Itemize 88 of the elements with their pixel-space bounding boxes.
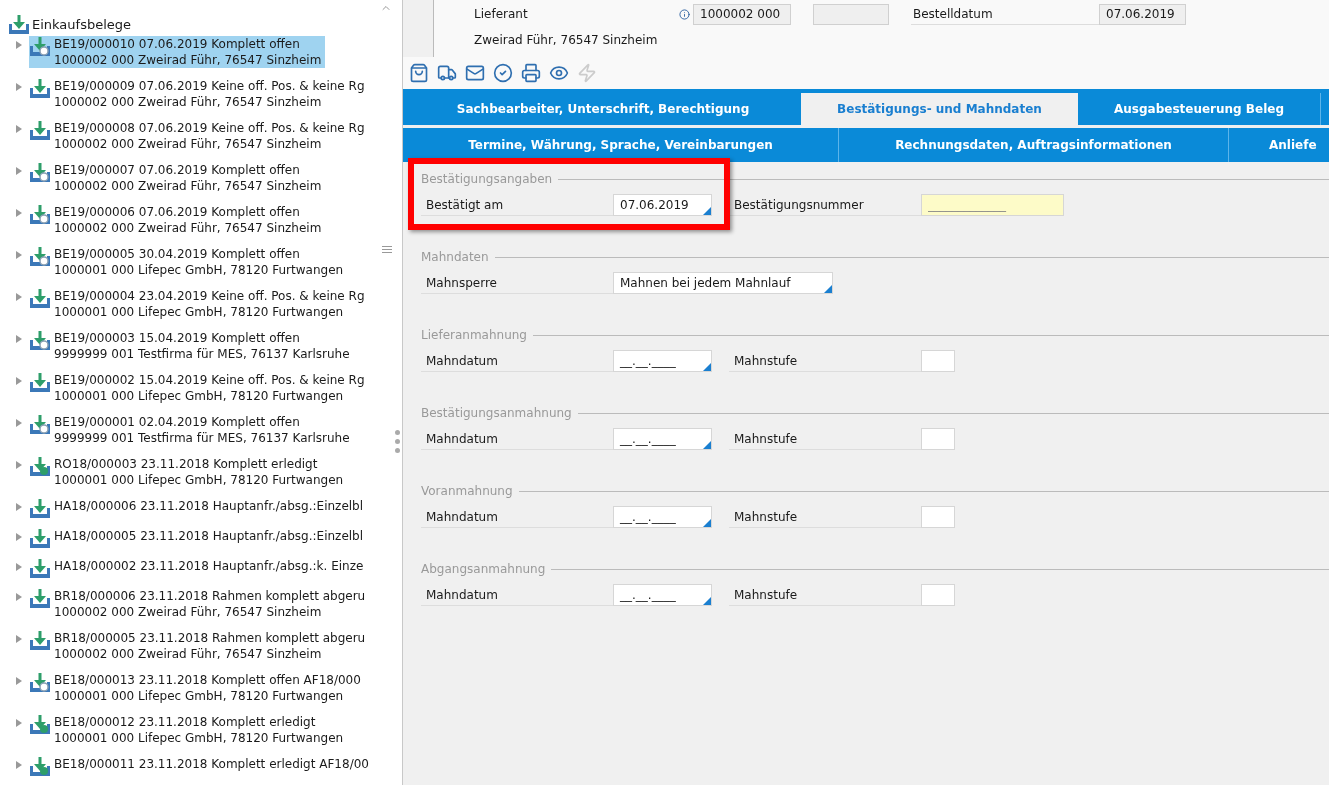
expand-icon[interactable] — [16, 419, 22, 427]
tree-item[interactable]: BR18/000005 23.11.2018 Rahmen komplett abgeru 1000002 000 Zweirad Führ, 76547 Sinzheim — [29, 630, 370, 662]
download-tray-icon — [8, 14, 30, 36]
expand-icon[interactable] — [16, 503, 22, 511]
field-label: Mahnsperre — [421, 272, 613, 294]
date-field[interactable]: __.__.____ — [613, 350, 712, 372]
tree-item[interactable]: BE18/000012 23.11.2018 Komplett erledigt 1000001 000 Lifepec GmbH, 78120 Furtwangen — [29, 714, 348, 746]
section-title: Bestätigungsanmahnung — [421, 405, 572, 422]
tree-root-label[interactable]: Einkaufsbelege — [32, 15, 132, 35]
expand-icon[interactable] — [16, 563, 22, 571]
tree-item[interactable]: RO18/000003 23.11.2018 Komplett erledigt 1000001 000 Lifepec GmbH, 78120 Furtwangen — [29, 456, 348, 488]
tree-item[interactable]: BE19/000008 07.06.2019 Keine off. Pos. & keine Rg 1000002 000 Zweirad Führ, 76547 Sinzheim — [29, 120, 369, 152]
field-label: Mahndatum — [421, 506, 613, 528]
field-label: Mahnstufe — [729, 506, 921, 528]
tree-item[interactable]: BE19/000007 07.06.2019 Komplett offen 1000002 000 Zweirad Führ, 76547 Sinzheim — [29, 162, 326, 194]
field-label: Lieferant — [474, 6, 529, 23]
tree-item[interactable]: HA18/000005 23.11.2018 Hauptanfr./absg.:Einzelbl — [29, 528, 368, 550]
bag-icon[interactable] — [409, 63, 429, 83]
input-field[interactable] — [921, 584, 955, 606]
field-label: Bestätigt am — [421, 194, 613, 216]
splitter-grip-icon[interactable] — [395, 430, 400, 453]
tree-item[interactable]: HA18/000002 23.11.2018 Hauptanfr./absg.:k. Einze — [29, 558, 368, 580]
eye-icon[interactable] — [549, 63, 569, 83]
tab[interactable]: Anliefe — [1228, 128, 1328, 162]
tree-item[interactable]: BE19/000006 07.06.2019 Komplett offen 1000002 000 Zweirad Führ, 76547 Sinzheim — [29, 204, 326, 236]
tab[interactable]: Rechnungsdaten, Auftragsinformationen — [838, 128, 1228, 162]
section-title: Bestätigungsangaben — [421, 171, 553, 188]
expand-icon[interactable] — [16, 533, 22, 541]
date-field[interactable]: __.__.____ — [613, 506, 712, 528]
field-label: Bestätigungsnummer — [729, 194, 921, 216]
expand-icon[interactable] — [16, 167, 22, 175]
date-field[interactable]: __.__.____ — [613, 428, 712, 450]
field-label: Mahndatum — [421, 428, 613, 450]
expand-icon[interactable] — [16, 125, 22, 133]
expand-icon[interactable] — [16, 251, 22, 259]
expand-icon[interactable] — [16, 677, 22, 685]
tab[interactable]: Termine, Währung, Sprache, Vereinbarungen — [403, 128, 838, 162]
tree-item[interactable]: BE19/000004 23.04.2019 Keine off. Pos. & keine Rg 1000001 000 Lifepec GmbH, 78120 Furtwangen — [29, 288, 369, 320]
tab[interactable]: Bestätigungs- und Mahndaten — [801, 93, 1078, 125]
tree-item[interactable]: BE18/000013 23.11.2018 Komplett offen AF18/000 1000001 000 Lifepec GmbH, 78120 Furtwangen — [29, 672, 365, 704]
expand-icon[interactable] — [16, 635, 22, 643]
check-circle-icon[interactable] — [493, 63, 513, 83]
splitter-handle-icon[interactable] — [382, 246, 392, 253]
field-label: Mahndatum — [421, 350, 613, 372]
expand-icon[interactable] — [16, 719, 22, 727]
input-field[interactable] — [921, 506, 955, 528]
tree-item[interactable]: BE19/000003 15.04.2019 Komplett offen 9999999 001 Testfirma für MES, 76137 Karlsruhe — [29, 330, 354, 362]
section-title: Lieferanmahnung — [421, 327, 527, 344]
date-field[interactable]: __.__.____ — [613, 584, 712, 606]
field-label: Mahndatum — [421, 584, 613, 606]
input-field[interactable]: _____________ — [921, 194, 1064, 216]
expand-icon[interactable] — [16, 293, 22, 301]
input-field[interactable] — [921, 428, 955, 450]
field-label: Bestelldatum — [911, 3, 1099, 25]
section-title: Mahndaten — [421, 249, 489, 266]
supplier-number-field: 1000002 000 — [693, 3, 791, 25]
dropdown-field[interactable]: Mahnen bei jedem Mahnlauf — [613, 272, 833, 294]
printer-icon[interactable] — [521, 63, 541, 83]
tree-item[interactable]: BR18/000006 23.11.2018 Rahmen komplett abgeru 1000002 000 Zweirad Führ, 76547 Sinzheim — [29, 588, 370, 620]
tab[interactable]: Ausgabesteuerung Beleg — [1078, 93, 1321, 125]
expand-icon[interactable] — [16, 377, 22, 385]
expand-icon[interactable] — [16, 593, 22, 601]
field-label: Mahnstufe — [729, 350, 921, 372]
tab[interactable]: Sachbearbeiter, Unterschrift, Berechtigung — [405, 93, 801, 125]
expand-icon[interactable] — [16, 41, 22, 49]
section-title: Abgangsanmahnung — [421, 561, 546, 578]
section-title: Voranmahnung — [421, 483, 513, 500]
date-field[interactable]: 07.06.2019 — [613, 194, 712, 216]
tree-item[interactable]: BE19/000002 15.04.2019 Keine off. Pos. & keine Rg 1000001 000 Lifepec GmbH, 78120 Furtwangen — [29, 372, 369, 404]
info-icon[interactable] — [679, 8, 690, 20]
expand-icon[interactable] — [16, 209, 22, 217]
field-label: Mahnstufe — [729, 584, 921, 606]
expand-icon[interactable] — [16, 335, 22, 343]
expand-icon[interactable] — [16, 761, 22, 769]
tree-item[interactable]: BE19/000009 07.06.2019 Keine off. Pos. & keine Rg 1000002 000 Zweirad Führ, 76547 Sinzheim — [29, 78, 369, 110]
tree-item[interactable]: BE19/000010 07.06.2019 Komplett offen 1000002 000 Zweirad Führ, 76547 Sinzheim — [29, 36, 326, 68]
field-label: Mahnstufe — [729, 428, 921, 450]
tree-item[interactable]: BE19/000001 02.04.2019 Komplett offen 9999999 001 Testfirma für MES, 76137 Karlsruhe — [29, 414, 354, 446]
expand-icon[interactable] — [16, 83, 22, 91]
truck-icon[interactable] — [437, 63, 457, 83]
tree-item[interactable]: BE19/000005 30.04.2019 Komplett offen 1000001 000 Lifepec GmbH, 78120 Furtwangen — [29, 246, 348, 278]
tree-item[interactable]: BE18/000011 23.11.2018 Komplett erledigt AF18/00 — [29, 756, 373, 778]
order-date-field: 07.06.2019 — [1099, 3, 1186, 25]
expand-icon[interactable] — [16, 461, 22, 469]
supplier-address: Zweirad Führ, 76547 Sinzheim — [474, 32, 659, 49]
tree-item[interactable]: HA18/000006 23.11.2018 Hauptanfr./absg.:Einzelbl — [29, 498, 368, 520]
envelope-icon[interactable] — [465, 63, 485, 83]
input-field[interactable] — [921, 350, 955, 372]
